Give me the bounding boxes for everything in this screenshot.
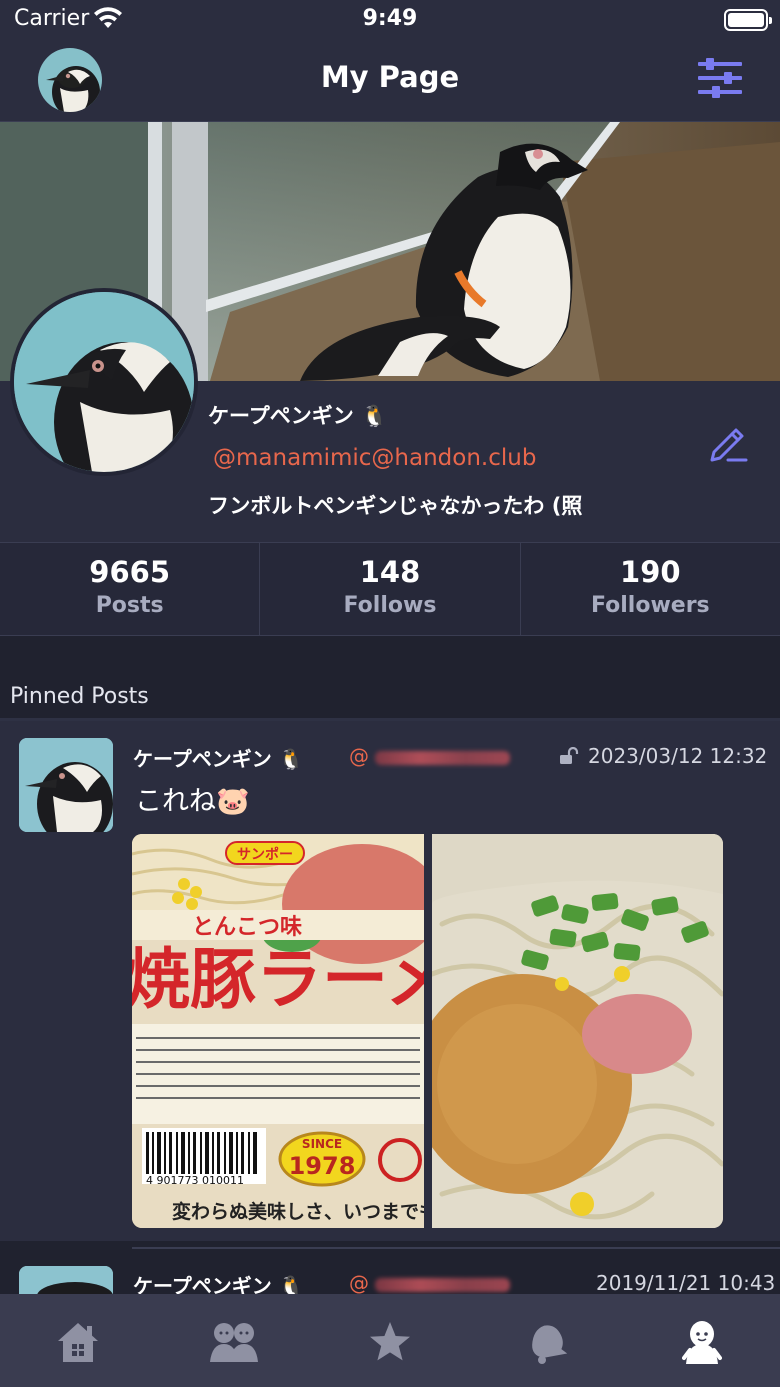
clock: 9:49 — [362, 6, 418, 31]
sliders-icon — [698, 58, 742, 98]
stat-label: Follows — [343, 593, 437, 618]
post-author-handle: @ — [349, 1271, 511, 1295]
post-avatar[interactable] — [19, 738, 113, 832]
handle-prefix: @ — [349, 744, 369, 768]
profile-icon — [682, 1321, 722, 1364]
stat-follows[interactable]: 148 Follows — [260, 543, 521, 635]
unlock-icon — [560, 747, 579, 764]
stat-value: 9665 — [89, 555, 171, 589]
since-label: SINCE — [302, 1137, 342, 1151]
post-content: これね🐷 — [135, 786, 250, 817]
handle-prefix: @ — [349, 1271, 369, 1295]
tab-favourites[interactable] — [312, 1294, 468, 1387]
tab-my-page[interactable] — [624, 1294, 780, 1387]
stat-followers[interactable]: 190 Followers — [521, 543, 780, 635]
edit-profile-button[interactable] — [706, 420, 750, 464]
stat-value: 148 — [359, 555, 421, 589]
post-timestamp: 2023/03/12 12:32 — [588, 744, 768, 768]
account-handle: @manamimic@handon.club — [213, 445, 537, 471]
stat-label: Followers — [591, 593, 710, 618]
profile-avatar[interactable] — [10, 288, 198, 476]
redacted-handle — [375, 750, 511, 765]
redacted-handle — [375, 1277, 511, 1292]
flavor-label: とんこつ味 — [192, 915, 302, 940]
product-label: 焼豚ラーメ — [132, 941, 424, 1018]
post-author-handle: @ — [349, 744, 511, 768]
tab-local[interactable] — [156, 1294, 312, 1387]
star-icon — [370, 1322, 410, 1361]
year-label: 1978 — [289, 1152, 356, 1180]
tagline-label: 変わらぬ美味しさ、いつまでも。 — [172, 1200, 424, 1223]
post-avatar[interactable] — [19, 1266, 113, 1296]
tab-bar — [0, 1294, 780, 1387]
profile-stats: 9665 Posts 148 Follows 190 Followers — [0, 542, 780, 636]
pinned-posts-heading: Pinned Posts — [10, 684, 149, 709]
post-author-name: ケープペンギン 🐧 — [133, 747, 304, 771]
post-timestamp: 2019/11/21 10:43 — [596, 1271, 776, 1295]
stat-value: 190 — [620, 555, 681, 589]
brand-label: サンポー — [237, 846, 293, 863]
stat-posts[interactable]: 9665 Posts — [0, 543, 261, 635]
media-attachment[interactable]: サンポー とんこつ味 焼豚ラーメ 4 901773 010011 SINCE 1… — [132, 834, 424, 1228]
media-attachment[interactable] — [432, 834, 723, 1228]
bell-icon — [532, 1325, 568, 1364]
pencil-icon — [710, 428, 748, 462]
display-name: ケープペンギン 🐧 — [208, 404, 388, 428]
profile-bio: フンボルトペンギンじゃなかったわ (照 — [208, 494, 583, 518]
people-icon — [210, 1323, 258, 1362]
filter-button[interactable] — [694, 56, 746, 102]
battery-icon — [724, 9, 772, 31]
barcode-number: 4 901773 010011 — [146, 1174, 244, 1187]
tab-home[interactable] — [0, 1294, 156, 1387]
tab-notifications[interactable] — [468, 1294, 624, 1387]
home-icon — [58, 1323, 98, 1362]
post-divider — [132, 1247, 780, 1249]
stat-label: Posts — [95, 593, 164, 618]
page-title: My Page — [320, 60, 460, 94]
